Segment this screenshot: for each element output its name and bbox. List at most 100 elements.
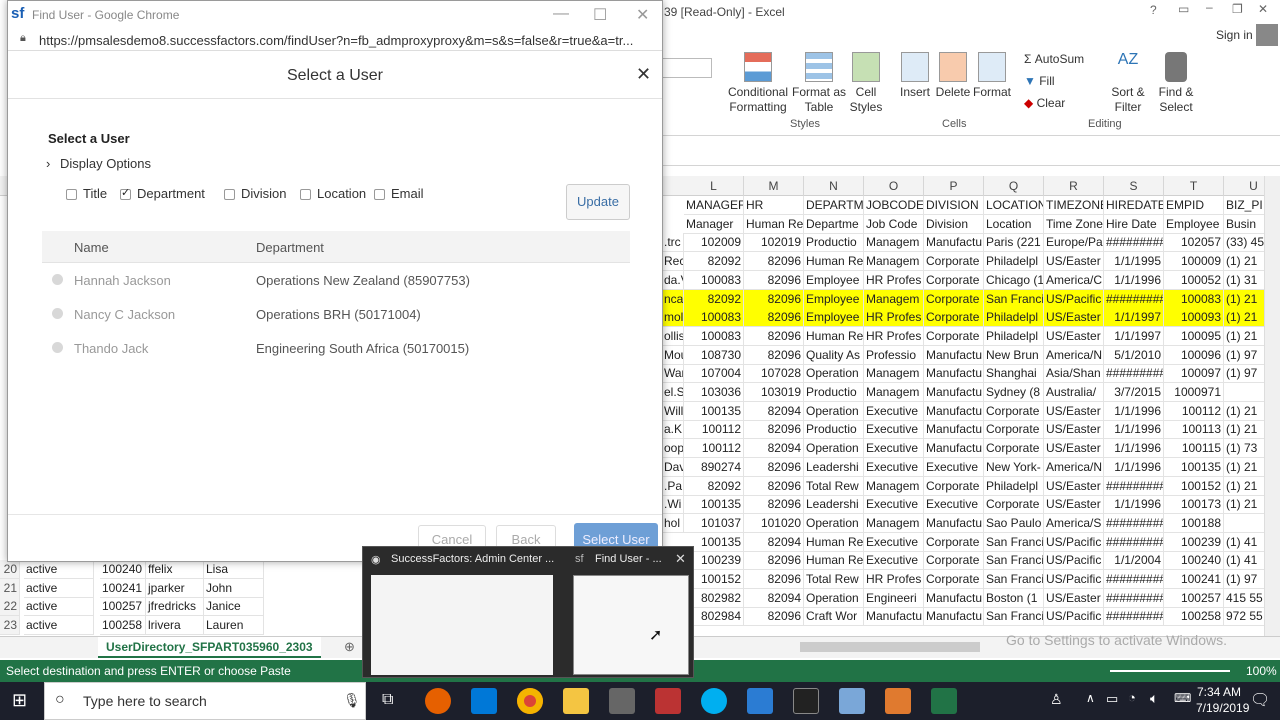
cell[interactable]: 101037 — [684, 513, 744, 533]
cell[interactable]: Willi — [662, 401, 684, 421]
cell[interactable]: .Wi — [662, 495, 684, 515]
cell[interactable]: Managem — [864, 289, 924, 309]
maximize-icon[interactable]: ☐ — [593, 5, 607, 25]
cell[interactable]: Engineeri — [864, 588, 924, 608]
cell[interactable]: 107028 — [744, 364, 804, 384]
cell[interactable]: Employee — [804, 270, 864, 290]
add-sheet-icon[interactable]: ⊕ — [344, 639, 355, 655]
microphone-icon[interactable]: 🎙︎ — [343, 692, 361, 709]
cell[interactable]: active — [24, 616, 94, 636]
cell[interactable]: 100239 — [1164, 532, 1224, 552]
cell[interactable]: US/Pacific — [1044, 551, 1104, 571]
cell[interactable]: 100257 — [1164, 588, 1224, 608]
close-icon[interactable]: ✕ — [1258, 2, 1268, 16]
search-box[interactable]: ○ Type here to search 🎙︎ — [44, 682, 366, 720]
cell[interactable]: 102057 — [1164, 233, 1224, 253]
cell[interactable]: San Franci — [984, 570, 1044, 589]
radio-button[interactable] — [52, 308, 63, 319]
cell[interactable]: 82094 — [744, 588, 804, 608]
cell[interactable]: Departme — [804, 214, 864, 234]
cell[interactable]: 82096 — [744, 607, 804, 627]
cell[interactable]: 890274 — [684, 457, 744, 477]
cell[interactable]: HIREDATE — [1104, 196, 1164, 215]
cell[interactable]: 1/1/1995 — [1104, 252, 1164, 272]
cell[interactable]: Mou — [662, 345, 684, 365]
cell[interactable]: 100135 — [684, 401, 744, 421]
cell[interactable]: 82096 — [744, 326, 804, 346]
cell[interactable]: Manufactu — [924, 364, 984, 384]
cell[interactable]: Corporate — [924, 308, 984, 328]
cell[interactable]: Operation — [804, 513, 864, 533]
cell[interactable]: Asia/Shan — [1044, 364, 1104, 384]
cell[interactable]: ######### — [1104, 532, 1164, 552]
close-thumbnail-icon[interactable]: ✕ — [675, 551, 686, 567]
cell[interactable]: US/Easter — [1044, 588, 1104, 608]
battery-icon[interactable]: ▭ — [1106, 691, 1118, 707]
update-button[interactable]: Update — [566, 184, 630, 220]
column-header[interactable]: R — [1044, 176, 1104, 196]
cell[interactable]: HR — [744, 196, 804, 215]
cell[interactable]: Manufactu — [924, 513, 984, 533]
cell[interactable]: San Franci — [984, 532, 1044, 552]
zoom-level[interactable]: 100% — [1246, 664, 1277, 678]
cell[interactable]: Corporate — [984, 439, 1044, 459]
cell[interactable]: 100241 — [100, 578, 146, 598]
cell[interactable]: Leadershi — [804, 457, 864, 477]
app2-icon[interactable] — [839, 688, 865, 714]
cell[interactable]: 82096 — [744, 476, 804, 496]
user-row[interactable]: Thando Jack Engineering South Africa (501… — [42, 331, 630, 365]
cell[interactable]: San Franci — [984, 551, 1044, 571]
cell[interactable]: 102009 — [684, 233, 744, 253]
cell[interactable]: Australia/ — [1044, 383, 1104, 402]
cell[interactable]: 82096 — [744, 252, 804, 272]
formula-bar[interactable] — [660, 142, 1280, 166]
cell[interactable]: Managem — [864, 364, 924, 384]
cell[interactable]: 100135 — [684, 495, 744, 515]
cell[interactable]: HR Profes — [864, 326, 924, 346]
cell[interactable]: 82096 — [744, 570, 804, 589]
notification-icon[interactable]: 🗨︎ — [1250, 690, 1270, 710]
ribbon-display-icon[interactable]: ▭ — [1178, 2, 1189, 16]
cell[interactable]: Reck — [662, 252, 684, 272]
cell[interactable]: ######### — [1104, 289, 1164, 309]
cell[interactable]: US/Easter — [1044, 401, 1104, 421]
url-text[interactable]: https://pmsalesdemo8.successfactors.com/… — [39, 33, 633, 48]
cell[interactable]: 1/1/1996 — [1104, 439, 1164, 459]
cell[interactable]: LOCATION — [984, 196, 1044, 215]
column-header[interactable]: N — [804, 176, 864, 196]
cell[interactable]: Corporate — [924, 476, 984, 496]
minimize-icon[interactable]: – — [1206, 0, 1213, 14]
cell[interactable]: US/Easter — [1044, 326, 1104, 346]
cell[interactable]: Philadelpl — [984, 326, 1044, 346]
cell[interactable]: San Franci — [984, 607, 1044, 627]
row-number[interactable]: 20 — [0, 560, 20, 579]
cell[interactable]: US/Easter — [1044, 420, 1104, 440]
cell[interactable]: Corporate — [924, 252, 984, 272]
volume-icon[interactable]: 🔈︎ — [1150, 690, 1158, 707]
cell[interactable]: 100173 — [1164, 495, 1224, 515]
cell[interactable]: 100258 — [100, 616, 146, 636]
chrome-icon[interactable] — [517, 688, 543, 714]
fill-button[interactable]: ▼ Fill — [1024, 74, 1055, 89]
cell[interactable]: Sao Paulo — [984, 513, 1044, 533]
insert-button[interactable]: Insert — [898, 52, 932, 100]
radio-button[interactable] — [52, 342, 63, 353]
cell[interactable]: America/N — [1044, 345, 1104, 365]
cell[interactable]: Human Re — [804, 551, 864, 571]
cell[interactable]: Productio — [804, 420, 864, 440]
format-as-table-button[interactable]: Format as Table — [792, 52, 846, 115]
cell[interactable]: 82096 — [744, 270, 804, 290]
clock-time[interactable]: 7:34 AM — [1196, 685, 1242, 699]
cell[interactable]: 100093 — [1164, 308, 1224, 328]
cell[interactable]: 82094 — [744, 439, 804, 459]
cell[interactable]: Executive — [864, 532, 924, 552]
cell[interactable]: Philadelpl — [984, 308, 1044, 328]
cell[interactable]: TIMEZONE — [1044, 196, 1104, 215]
cell[interactable]: Managem — [864, 383, 924, 402]
vertical-scrollbar[interactable] — [1264, 176, 1280, 636]
cell[interactable]: 100113 — [1164, 420, 1224, 440]
cell[interactable]: Operation — [804, 401, 864, 421]
checkbox-division[interactable] — [224, 189, 235, 200]
cell[interactable]: 1/1/1997 — [1104, 308, 1164, 328]
column-header[interactable]: T — [1164, 176, 1224, 196]
